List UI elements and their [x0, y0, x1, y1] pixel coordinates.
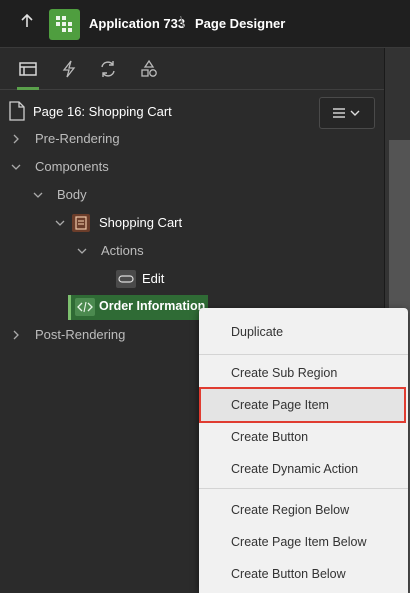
menu-item-create-button-below[interactable]: Create Button Below — [199, 558, 408, 590]
tree-node-label: Edit — [142, 271, 165, 286]
active-tab-indicator — [17, 87, 39, 90]
shapes-icon[interactable] — [138, 58, 162, 80]
hamburger-icon — [333, 108, 345, 118]
tree-menu-button[interactable] — [319, 97, 375, 129]
menu-item-create-sub-region[interactable]: Create Sub Region — [199, 357, 408, 389]
tree-node-label: Components — [35, 159, 109, 174]
menu-item-create-page-item[interactable]: Create Page Item — [199, 389, 408, 421]
tree-node-label: Post-Rendering — [35, 327, 126, 342]
rendering-tree-icon[interactable] — [17, 58, 41, 80]
lightning-icon[interactable] — [58, 58, 82, 80]
menu-divider — [199, 488, 408, 489]
page-icon — [9, 101, 25, 124]
menu-item-duplicate[interactable]: Duplicate — [199, 316, 408, 348]
app-title[interactable]: Application 733 — [89, 16, 185, 31]
menu-item-create-button[interactable]: Create Button — [199, 421, 408, 453]
chevron-down-icon[interactable] — [32, 189, 44, 201]
menu-item-create-region-below[interactable]: Create Region Below — [199, 494, 408, 526]
tree-root-page[interactable]: Page 16: Shopping Cart — [33, 104, 172, 119]
region-icon — [72, 214, 90, 232]
chevron-right-icon[interactable] — [10, 329, 22, 341]
menu-item-create-page-item-below[interactable]: Create Page Item Below — [199, 526, 408, 558]
app-icon[interactable] — [49, 9, 80, 40]
context-menu: Duplicate Create Sub Region Create Page … — [199, 308, 408, 593]
tree-node-label: Actions — [101, 243, 144, 258]
chevron-down-icon[interactable] — [76, 245, 88, 257]
tree-node-label: Body — [57, 187, 87, 202]
chevron-down-icon[interactable] — [54, 217, 66, 229]
up-arrow-icon[interactable] — [17, 13, 37, 34]
tree-node-label: Order Information — [99, 299, 206, 313]
app-header: Application 733 \ Page Designer — [0, 0, 410, 48]
tree-node-label: Shopping Cart — [99, 215, 183, 230]
code-icon — [75, 298, 95, 316]
refresh-icon[interactable] — [97, 58, 121, 80]
designer-tabs — [0, 48, 384, 90]
button-icon — [116, 270, 136, 288]
chevron-down-icon[interactable] — [10, 161, 22, 173]
breadcrumb-separator: \ — [180, 14, 185, 31]
chevron-right-icon[interactable] — [10, 133, 22, 145]
tree-node-label: Pre-Rendering — [35, 131, 120, 146]
menu-item-create-dynamic-action[interactable]: Create Dynamic Action — [199, 453, 408, 485]
menu-divider — [199, 354, 408, 355]
page-title: Page Designer — [195, 16, 286, 31]
tree-node-order-information[interactable]: Order Information — [68, 295, 208, 320]
